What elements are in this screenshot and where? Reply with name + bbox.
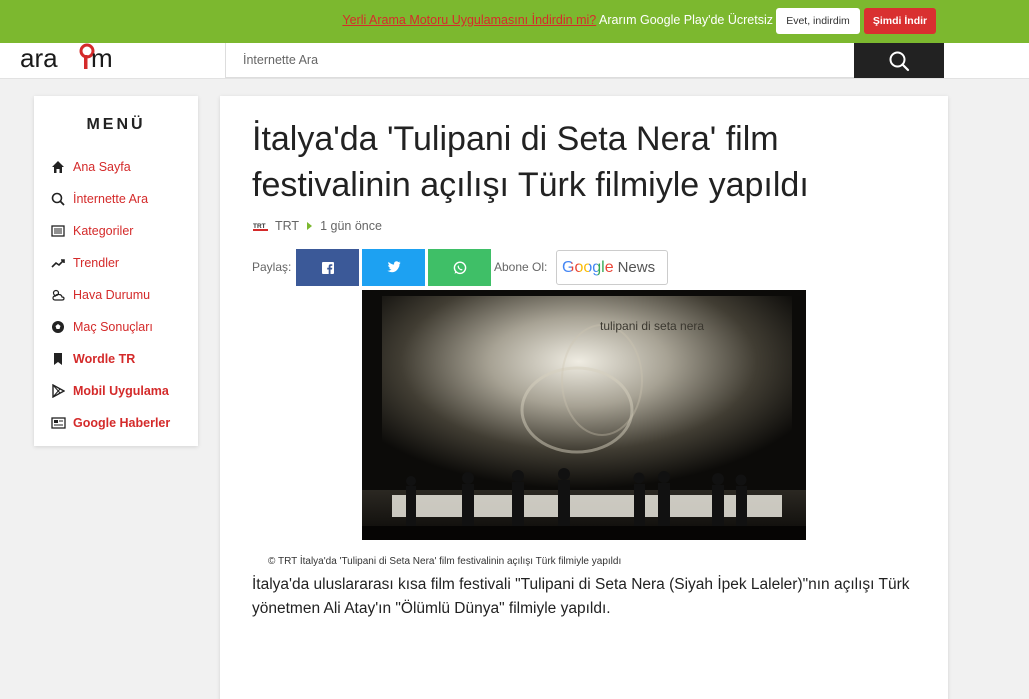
sidebar-item-label: Ana Sayfa [73, 160, 131, 174]
article-body: İtalya'da uluslararası kısa film festiva… [252, 576, 910, 617]
sidebar-item-search[interactable]: İnternette Ara [50, 188, 148, 210]
search-input[interactable] [226, 43, 854, 77]
bookmark-icon [50, 351, 66, 367]
twitter-share-button[interactable] [362, 249, 425, 286]
article-meta: TRT TRT 1 gün önce [252, 218, 382, 234]
home-icon [50, 159, 66, 175]
app-download-banner: Yerli Arama Motoru Uygulamasını İndirdin… [0, 0, 1029, 43]
sidebar-item-label: Maç Sonuçları [73, 320, 153, 334]
sidebar-item-weather[interactable]: Hava Durumu [50, 284, 150, 306]
whatsapp-icon [453, 261, 466, 274]
sidebar-item-categories[interactable]: Kategoriler [50, 220, 133, 242]
photo-caption: © TRT İtalya'da 'Tulipani di Seta Nera' … [268, 556, 622, 567]
sidebar-item-google-news[interactable]: Google Haberler [50, 412, 170, 434]
play-store-icon [50, 383, 66, 399]
google-wordmark: Google [562, 258, 614, 276]
article-photo: tulipani di seta nera [362, 290, 806, 540]
already-downloaded-button[interactable]: Evet, indirdim [776, 8, 860, 34]
search-icon [50, 191, 66, 207]
promo-message: Yerli Arama Motoru Uygulamasını İndirdin… [342, 13, 773, 27]
trending-icon [50, 255, 66, 271]
sidebar-item-label: Hava Durumu [73, 288, 151, 302]
subscribe-label: Abone Ol: [494, 260, 548, 274]
search-icon [889, 51, 910, 71]
sidebar-menu: MENÜ Ana Sayfa İnternette Ara Kategorile… [34, 96, 198, 446]
whatsapp-share-button[interactable] [428, 249, 491, 286]
article-source[interactable]: TRT [275, 219, 299, 233]
festival-stage-photo: tulipani di seta nera [362, 290, 806, 540]
promo-link[interactable]: Yerli Arama Motoru Uygulamasını İndirdin… [342, 13, 596, 27]
promo-text: Ararım Google Play'de Ücretsiz [599, 13, 773, 27]
newspaper-icon [50, 415, 66, 431]
sidebar-item-trends[interactable]: Trendler [50, 252, 119, 274]
share-label: Paylaş: [252, 260, 292, 274]
google-news-logo: Google News [562, 259, 655, 277]
svg-text:TRT: TRT [253, 223, 266, 230]
news-wordmark: News [617, 259, 656, 276]
sidebar-item-label: Google Haberler [73, 416, 171, 430]
trt-logo-icon: TRT [252, 220, 269, 232]
facebook-icon [321, 261, 334, 274]
download-now-button[interactable]: Şimdi İndir [864, 8, 936, 34]
sidebar-item-label: İnternette Ara [73, 192, 149, 206]
sidebar-item-home[interactable]: Ana Sayfa [50, 156, 131, 178]
list-icon [50, 223, 66, 239]
svg-text:m: m [91, 43, 113, 73]
soccer-ball-icon [50, 319, 66, 335]
search-box [225, 43, 855, 78]
sidebar-item-match-results[interactable]: Maç Sonuçları [50, 316, 153, 338]
ararim-logo: ara m [20, 43, 113, 73]
article-time: 1 gün önce [320, 219, 382, 233]
caret-right-icon [307, 222, 313, 230]
sidebar-item-wordle[interactable]: Wordle TR [50, 348, 135, 370]
sidebar-item-label: Wordle TR [73, 352, 136, 366]
sidebar-item-label: Mobil Uygulama [73, 384, 169, 398]
facebook-share-button[interactable] [296, 249, 359, 286]
weather-icon [50, 287, 66, 303]
sidebar-item-label: Trendler [73, 256, 120, 270]
menu-title: MENÜ [86, 116, 146, 133]
site-logo[interactable]: ara m [20, 43, 120, 75]
google-news-button[interactable]: Google News [556, 250, 668, 285]
photo-screen-text: tulipani di seta nera [600, 319, 704, 333]
article-card: İtalya'da 'Tulipani di Seta Nera' film f… [220, 96, 948, 699]
sidebar-item-label: Kategoriler [73, 224, 134, 238]
sidebar-item-mobile-app[interactable]: Mobil Uygulama [50, 380, 169, 402]
search-button[interactable] [854, 43, 944, 78]
svg-text:ara: ara [20, 43, 58, 73]
article-title: İtalya'da 'Tulipani di Seta Nera' film f… [252, 120, 809, 204]
twitter-icon [387, 261, 401, 273]
